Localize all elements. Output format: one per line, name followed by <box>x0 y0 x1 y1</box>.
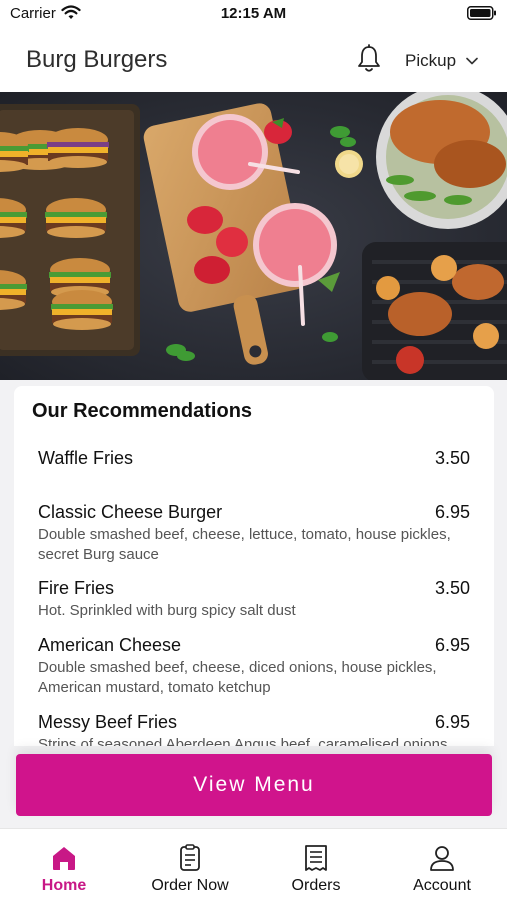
tab-label: Account <box>413 877 471 894</box>
bottom-tab-bar: Home Order Now Orders Account <box>0 828 507 901</box>
menu-item-name: Fire Fries <box>38 578 114 598</box>
food-photo <box>0 92 507 380</box>
battery-icon <box>467 6 496 20</box>
menu-item-name: Waffle Fries <box>38 448 134 468</box>
menu-item[interactable]: American Cheese 6.95 Double smashed beef… <box>38 635 470 698</box>
order-type-label: Pickup <box>405 51 457 70</box>
hero-food-image <box>0 92 507 380</box>
tab-home[interactable]: Home <box>1 829 127 901</box>
menu-item[interactable]: Classic Cheese Burger 6.95 Double smashe… <box>38 502 470 565</box>
menu-item-price: 6.95 <box>434 712 470 732</box>
menu-item-price: 3.50 <box>434 578 470 598</box>
view-menu-button[interactable]: View Menu <box>16 754 492 816</box>
menu-item[interactable]: Fire Fries 3.50 Hot. Sprinkled with burg… <box>38 578 470 621</box>
recommendations-card: Our Recommendations Waffle Fries 3.50 Cl… <box>14 386 494 746</box>
tab-label: Home <box>41 877 87 894</box>
menu-item[interactable]: Messy Beef Fries 6.95 Strips of seasoned… <box>38 712 470 746</box>
menu-item[interactable]: Waffle Fries 3.50 <box>38 448 470 469</box>
recommendations-title: Our Recommendations <box>32 400 253 422</box>
tab-label: Orders <box>291 877 341 894</box>
receipt-icon <box>305 845 327 871</box>
tab-account[interactable]: Account <box>379 829 505 901</box>
order-type-dropdown[interactable]: Pickup <box>405 49 478 73</box>
menu-item-name: Classic Cheese Burger <box>38 502 223 522</box>
tab-label: Order Now <box>151 877 229 894</box>
menu-item-price: 6.95 <box>434 635 470 655</box>
tab-orders[interactable]: Orders <box>253 829 379 901</box>
menu-item-name: Messy Beef Fries <box>38 712 178 732</box>
restaurant-title: Burg Burgers <box>26 46 168 73</box>
menu-item-description: Strips of seasoned Aberdeen Angus beef, … <box>38 736 448 746</box>
user-icon <box>430 846 454 871</box>
home-icon <box>53 847 75 870</box>
chevron-down-icon <box>466 57 478 65</box>
bell-icon[interactable] <box>356 44 382 74</box>
tab-order-now[interactable]: Order Now <box>127 829 253 901</box>
status-time: 12:15 AM <box>220 5 287 22</box>
order-icon <box>180 844 200 871</box>
status-bar: Carrier 12:15 AM <box>0 0 507 28</box>
menu-item-price: 3.50 <box>434 448 470 468</box>
menu-item-description: Double smashed beef, cheese, lettuce, to… <box>38 526 451 563</box>
menu-item-name: American Cheese <box>38 635 182 655</box>
menu-item-description: Hot. Sprinkled with burg spicy salt dust <box>38 602 296 619</box>
menu-item-description: Double smashed beef, cheese, diced onion… <box>38 659 437 696</box>
app-header: Burg Burgers Pickup <box>0 28 507 92</box>
menu-item-price: 6.95 <box>434 502 470 522</box>
